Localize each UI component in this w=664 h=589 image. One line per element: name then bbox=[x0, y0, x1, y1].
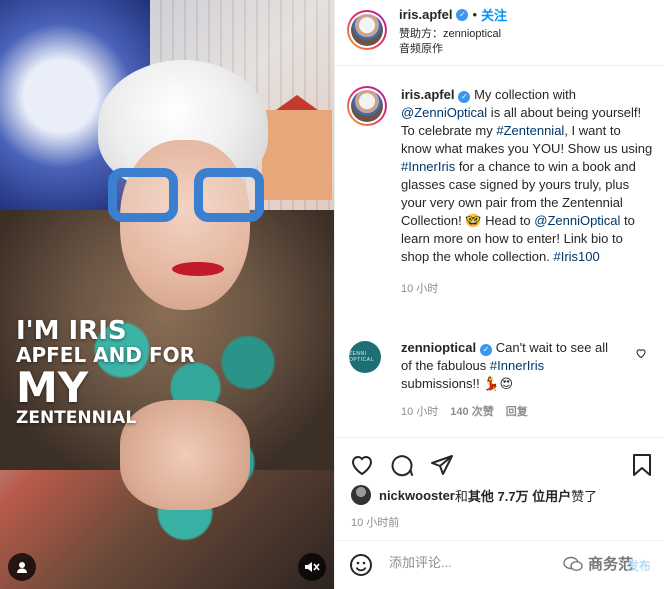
caption-link[interactable]: #Zentennial bbox=[496, 123, 564, 138]
paper-plane-icon[interactable] bbox=[429, 452, 455, 478]
comment-input[interactable] bbox=[389, 555, 589, 570]
caption-text: iris.apfel ✓ My collection with @ZenniOpt… bbox=[401, 86, 653, 266]
comment-body-2: submissions!! 💃😍 bbox=[401, 376, 514, 391]
user-tag-icon[interactable] bbox=[8, 553, 36, 581]
post-header: iris.apfel ✓ • 关注 赞助方：zennioptical 音频原作 bbox=[335, 0, 664, 66]
overlay-line-1: I'M IRIS bbox=[16, 316, 127, 346]
sponsor-label[interactable]: 赞助方：zennioptical bbox=[399, 25, 501, 41]
blue-glasses bbox=[108, 168, 268, 226]
post-side-panel: iris.apfel ✓ • 关注 赞助方：zennioptical 音频原作 … bbox=[334, 0, 664, 589]
caption-username[interactable]: iris.apfel bbox=[401, 87, 454, 102]
follow-button[interactable]: 关注 bbox=[481, 5, 507, 24]
overlay-line-4: ZENTENNIAL bbox=[16, 408, 137, 429]
comment-hashtag[interactable]: #InnerIris bbox=[490, 358, 544, 373]
caption-link[interactable]: #InnerIris bbox=[401, 159, 455, 174]
commenter-username[interactable]: zennioptical bbox=[401, 340, 476, 355]
post-comment-button[interactable]: 发布 bbox=[627, 557, 651, 574]
red-lips bbox=[172, 262, 224, 276]
likes-summary: nickwooster 和 其他 7.7万 位用户 赞了 bbox=[351, 485, 597, 505]
caption-body: My collection with @ZenniOptical is all … bbox=[401, 87, 652, 264]
heart-outline-icon[interactable] bbox=[349, 452, 375, 478]
audio-label[interactable]: 音频原作 bbox=[399, 40, 443, 56]
wechat-icon bbox=[563, 556, 583, 571]
post-caption: iris.apfel ✓ My collection with @ZenniOpt… bbox=[347, 86, 653, 296]
author-username[interactable]: iris.apfel bbox=[399, 7, 452, 22]
post-timestamp[interactable]: 10 小时前 bbox=[351, 514, 399, 530]
comment-text: zennioptical ✓ Can't wait to see all of t… bbox=[401, 339, 621, 393]
post-media-video[interactable]: I'M IRIS APFEL AND FOR MY ZENTENNIAL bbox=[0, 0, 334, 589]
verified-badge-icon: ✓ bbox=[458, 91, 471, 103]
wechat-watermark: 商务范 bbox=[563, 553, 633, 574]
emoji-icon[interactable] bbox=[349, 553, 373, 580]
overlay-line-3: MY bbox=[16, 363, 89, 413]
caption-link[interactable]: @ZenniOptical bbox=[401, 105, 487, 120]
liker-username[interactable]: nickwooster bbox=[379, 488, 455, 503]
speaker-muted-icon[interactable] bbox=[298, 553, 326, 581]
separator-dot: • bbox=[472, 7, 478, 22]
comment-icon[interactable] bbox=[389, 452, 415, 478]
comment-like-heart-icon[interactable] bbox=[635, 347, 647, 362]
author-avatar[interactable] bbox=[347, 10, 387, 50]
comment-item: ZENNI OPTICAL zennioptical ✓ Can't wait t… bbox=[347, 339, 653, 419]
verified-badge-icon: ✓ bbox=[456, 8, 469, 21]
likes-others[interactable]: 其他 7.7万 位用户 bbox=[468, 486, 571, 505]
commenter-avatar[interactable]: ZENNI OPTICAL bbox=[349, 341, 381, 373]
liker-avatar[interactable] bbox=[351, 485, 371, 505]
comment-reply-button[interactable]: 回复 bbox=[506, 403, 528, 419]
caption-text-segment: My collection with bbox=[470, 87, 576, 102]
bookmark-icon[interactable] bbox=[629, 452, 655, 478]
house bbox=[262, 110, 332, 200]
post-actions-bar bbox=[335, 437, 664, 489]
comment-meta: 10 小时 140 次赞 回复 bbox=[401, 403, 653, 419]
likes-liked: 赞了 bbox=[571, 488, 598, 504]
caption-link[interactable]: @ZenniOptical bbox=[534, 213, 620, 228]
add-comment-bar: 商务范 发布 bbox=[335, 540, 664, 589]
comment-time: 10 小时 bbox=[401, 406, 439, 418]
caption-author-avatar[interactable] bbox=[347, 86, 387, 126]
likes-and: 和 bbox=[454, 488, 468, 504]
author-name-row: iris.apfel ✓ • 关注 bbox=[399, 5, 507, 24]
verified-badge-icon: ✓ bbox=[480, 344, 493, 356]
video-overlay-caption: I'M IRIS APFEL AND FOR MY ZENTENNIAL bbox=[16, 316, 195, 429]
caption-link[interactable]: #Iris100 bbox=[553, 249, 599, 264]
caption-time: 10 小时 bbox=[401, 283, 439, 295]
comment-likes[interactable]: 140 次赞 bbox=[450, 403, 493, 419]
